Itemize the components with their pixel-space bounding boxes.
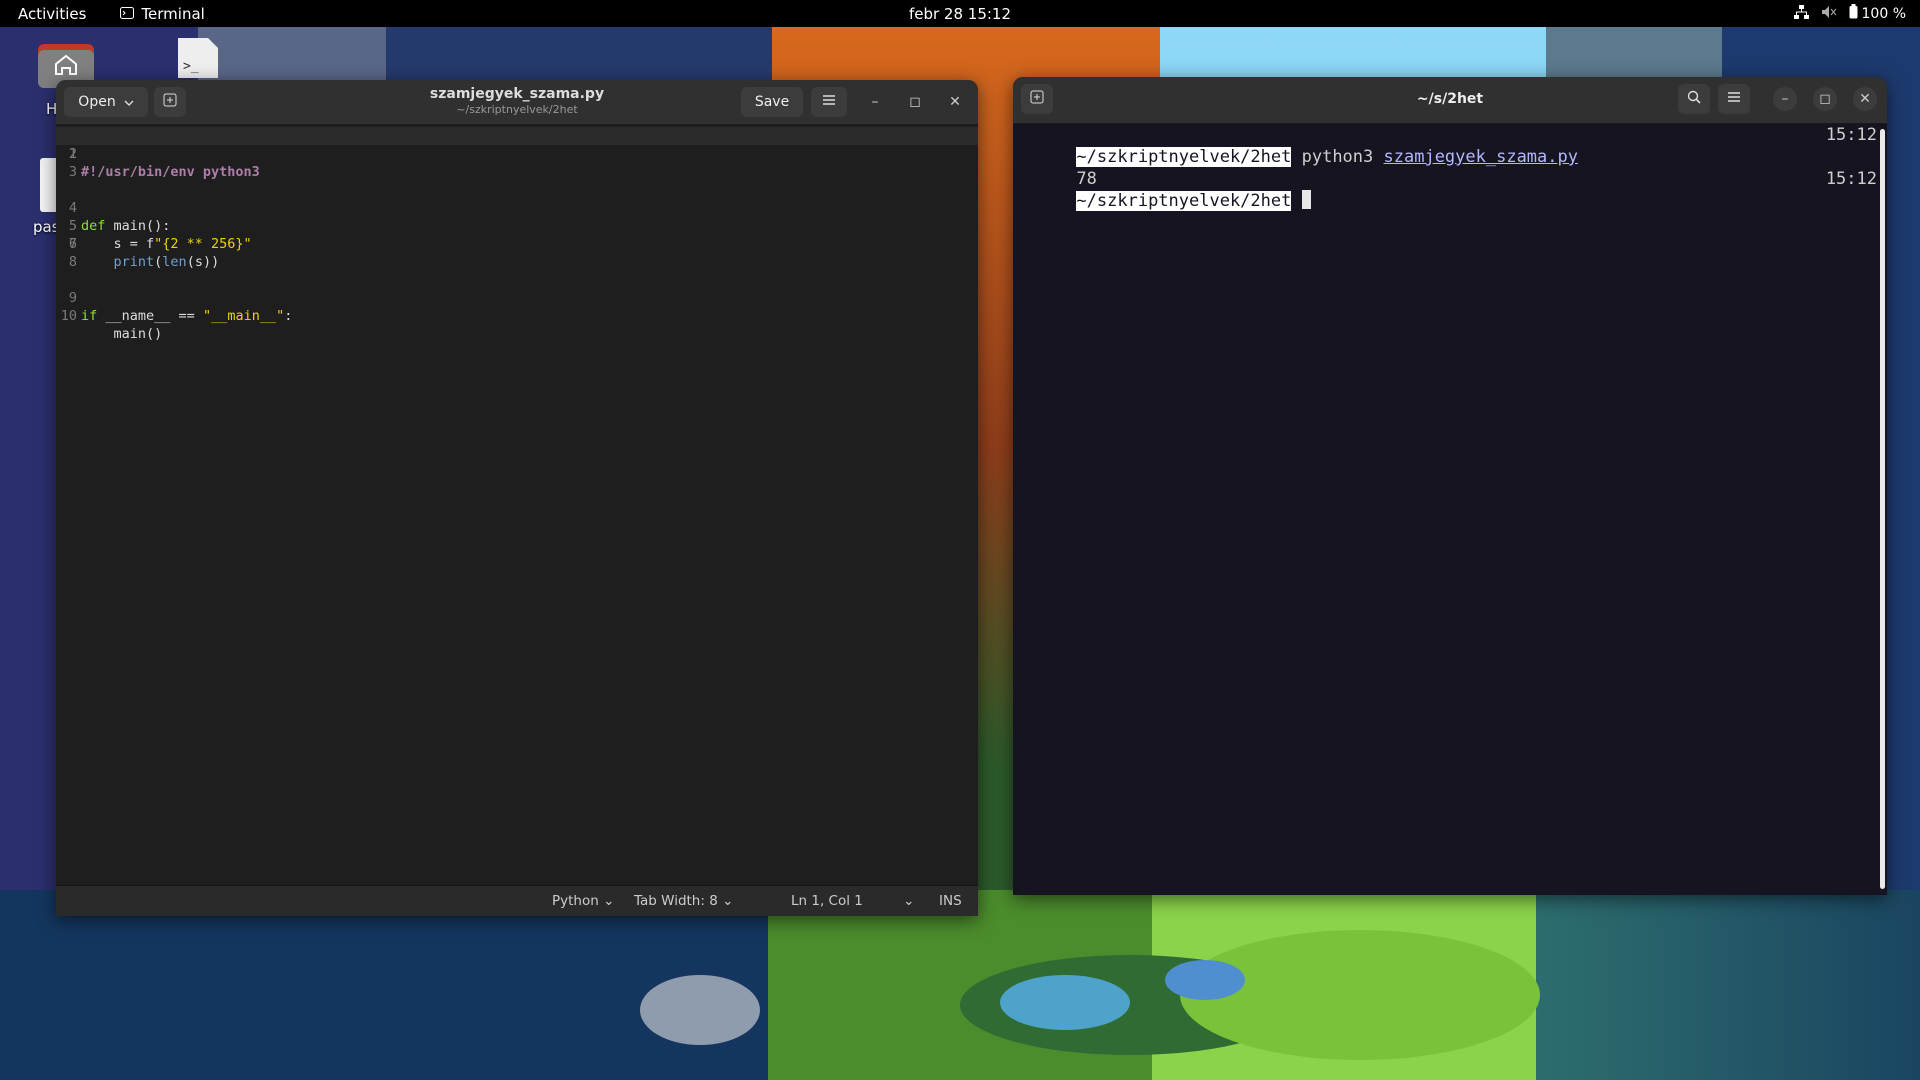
shell-command: python3 [1301, 147, 1374, 167]
cursor-position-selector[interactable]: Ln 1, Col 1 ⌄ [791, 893, 914, 909]
terminal-app-icon [120, 5, 135, 23]
editor-headerbar: Open szamjegyek_szama.py ~/szkriptnyelve… [56, 80, 978, 125]
search-icon [1687, 90, 1701, 108]
shell-prompt: ~/szkriptnyelvek/2het [1076, 147, 1292, 167]
insert-mode-indicator[interactable]: INS [939, 893, 962, 909]
code-line: 2 [68, 146, 77, 162]
open-button[interactable]: Open [64, 87, 148, 117]
maximize-button[interactable]: ◻ [903, 90, 927, 114]
main-menu-button[interactable] [1718, 84, 1750, 114]
code-line: 1 #!/usr/bin/env python3 [56, 127, 978, 180]
activities-button[interactable]: Activities [18, 5, 86, 23]
battery-percentage: 100 % [1861, 5, 1906, 22]
minimize-icon: – [871, 94, 879, 110]
close-button[interactable]: ✕ [943, 90, 967, 114]
new-tab-button[interactable] [1021, 84, 1053, 114]
text-editor-window: Open szamjegyek_szama.py ~/szkriptnyelve… [56, 80, 978, 916]
code-line: 5 s = f"{2 ** 256}" [68, 218, 252, 252]
scrollbar[interactable] [1880, 129, 1885, 889]
file-link[interactable]: szamjegyek_szama.py [1384, 147, 1578, 167]
minimize-button[interactable]: – [1773, 87, 1797, 111]
code-line: 7 [68, 236, 77, 252]
code-line: 3 [68, 164, 77, 180]
right-prompt-time: 15:12 [1825, 169, 1877, 189]
clock[interactable]: febr 28 15:12 [909, 5, 1011, 23]
app-menu-button[interactable]: Terminal [120, 4, 205, 23]
terminal-line: ~/szkriptnyelvek/2het [1015, 168, 1311, 211]
shell-prompt: ~/szkriptnyelvek/2het [1076, 191, 1292, 211]
top-bar: Activities Terminal febr 28 15:12 100 % [0, 0, 1920, 27]
code-text: if __name__ == "__main__": [81, 308, 293, 324]
app-menu-label: Terminal [141, 4, 205, 23]
save-button[interactable]: Save [741, 87, 803, 117]
maximize-button[interactable]: ◻ [1813, 87, 1837, 111]
minimize-button[interactable]: – [863, 90, 887, 114]
close-icon: ✕ [1859, 91, 1871, 107]
tab-width-label: Tab Width: 8 [634, 893, 718, 909]
language-selector[interactable]: Python ⌄ [552, 893, 614, 909]
right-prompt-time: 15:12 [1825, 125, 1877, 145]
text-cursor [1301, 190, 1311, 209]
battery-icon [1849, 4, 1858, 23]
new-tab-icon [1030, 90, 1044, 108]
code-text: main() [81, 326, 163, 342]
code-editor[interactable]: 1 #!/usr/bin/env python3 2 3 4 def main(… [56, 125, 978, 886]
close-button[interactable]: ✕ [1853, 87, 1877, 111]
maximize-icon: ◻ [1819, 91, 1831, 107]
terminal-line: 78 [1015, 146, 1096, 189]
tab-width-selector[interactable]: Tab Width: 8 ⌄ [634, 893, 733, 909]
terminal-window: ~/s/2het – ◻ ✕ ~/szkriptnyelvek/2het pyt… [1013, 77, 1887, 895]
open-button-label: Open [78, 94, 116, 110]
editor-statusbar: Python ⌄ Tab Width: 8 ⌄ Ln 1, Col 1 ⌄ IN… [56, 885, 978, 916]
code-line: 6 print(len(s)) [68, 236, 220, 270]
terminal-title: ~/s/2het [1416, 91, 1484, 107]
minimize-icon: – [1781, 91, 1789, 107]
close-icon: ✕ [949, 94, 961, 110]
hamburger-menu-icon [1727, 91, 1741, 107]
new-tab-icon [163, 93, 177, 111]
language-label: Python [552, 893, 599, 909]
code-line: 9 if __name__ == "__main__": [68, 290, 293, 324]
system-tray[interactable]: 100 % [1793, 0, 1906, 27]
terminal-line: ~/szkriptnyelvek/2het python3 szamjegyek… [1015, 124, 1578, 167]
chevron-down-icon: ⌄ [603, 893, 615, 909]
svg-text:>_: >_ [183, 59, 199, 74]
main-menu-button[interactable] [811, 87, 847, 117]
hamburger-menu-icon [822, 94, 836, 110]
maximize-icon: ◻ [909, 94, 921, 110]
code-line: 10 main() [60, 308, 163, 342]
new-tab-button[interactable] [154, 87, 186, 117]
terminal-output[interactable]: ~/szkriptnyelvek/2het python3 szamjegyek… [1013, 124, 1887, 895]
terminal-launcher-icon[interactable]: >_ [176, 36, 220, 84]
chevron-down-icon: ⌄ [722, 893, 734, 909]
chevron-down-icon: ⌄ [903, 893, 915, 909]
search-button[interactable] [1678, 84, 1710, 114]
code-line: 8 [68, 254, 77, 270]
volume-muted-icon [1821, 5, 1837, 23]
chevron-down-icon [124, 94, 134, 110]
network-icon [1793, 4, 1809, 23]
save-button-label: Save [754, 94, 790, 110]
code-line: 4 def main(): [68, 200, 171, 234]
cursor-position-label: Ln 1, Col 1 [791, 893, 863, 909]
terminal-headerbar: ~/s/2het – ◻ ✕ [1013, 77, 1887, 124]
